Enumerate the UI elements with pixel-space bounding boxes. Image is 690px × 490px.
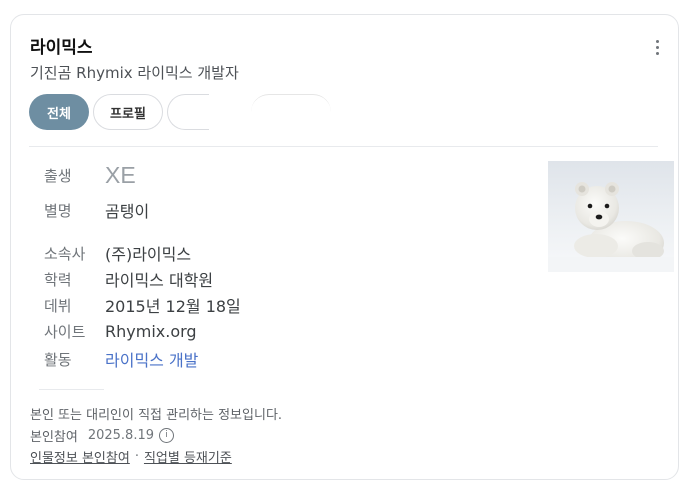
tab-all[interactable]: 전체	[29, 94, 89, 130]
row-value: 곰탱이	[105, 202, 150, 221]
profile-row-birth: 출생 XE	[44, 161, 136, 188]
profile-card: 라이믹스 기진곰 Rhymix 라이믹스 개발자 전체 프로필 출생 XE 별명…	[10, 14, 679, 480]
tab-profile[interactable]: 프로필	[93, 94, 163, 130]
activity-link[interactable]: 라이믹스 개발	[105, 347, 198, 371]
verification-line: 본인참여 2025.8.19 i	[30, 426, 175, 445]
row-value: Rhymix.org	[105, 321, 197, 341]
row-label: 데뷔	[44, 296, 72, 315]
page-title: 라이믹스	[30, 38, 93, 58]
row-label: 소속사	[44, 244, 86, 263]
managed-info-notice: 본인 또는 대리인이 직접 관리하는 정보입니다.	[30, 408, 283, 423]
person-info-participation-link[interactable]: 인물정보 본인참여	[30, 447, 130, 466]
row-value: 라이믹스 대학원	[105, 271, 214, 290]
row-label: 사이트	[44, 322, 86, 341]
row-value: (주)라이믹스	[105, 245, 192, 264]
profile-row-site: 사이트 Rhymix.org	[44, 319, 197, 343]
more-options-icon[interactable]	[656, 40, 660, 56]
divider	[29, 146, 658, 147]
row-label: 학력	[44, 270, 72, 289]
footer-links: 인물정보 본인참여 · 직업별 등재기준	[30, 447, 232, 466]
profile-row-agency: 소속사 (주)라이믹스	[44, 241, 191, 265]
verified-label: 본인참여	[30, 430, 78, 445]
page-subtitle: 기진곰 Rhymix 라이믹스 개발자	[30, 64, 239, 82]
row-value: XE	[105, 161, 136, 188]
row-label: 출생	[44, 166, 72, 185]
polar-bear-photo-icon	[548, 161, 674, 272]
profile-row-activity: 활동 라이믹스 개발	[44, 347, 198, 371]
profile-row-debut: 데뷔 2015년 12월 18일	[44, 293, 241, 317]
divider	[39, 389, 104, 390]
tab-partial-2[interactable]	[251, 94, 331, 114]
profile-photo[interactable]	[548, 161, 674, 272]
tab-partial[interactable]	[167, 94, 209, 130]
separator: ·	[134, 449, 139, 464]
row-label: 별명	[44, 201, 72, 220]
verified-date: 2025.8.19	[87, 428, 155, 443]
row-label: 활동	[44, 350, 72, 369]
profile-row-nickname: 별명 곰탱이	[44, 198, 149, 222]
profile-row-education: 학력 라이믹스 대학원	[44, 267, 213, 291]
listing-criteria-link[interactable]: 직업별 등재기준	[144, 447, 232, 466]
row-value: 2015년 12월 18일	[105, 297, 241, 316]
info-icon[interactable]: i	[159, 428, 175, 443]
